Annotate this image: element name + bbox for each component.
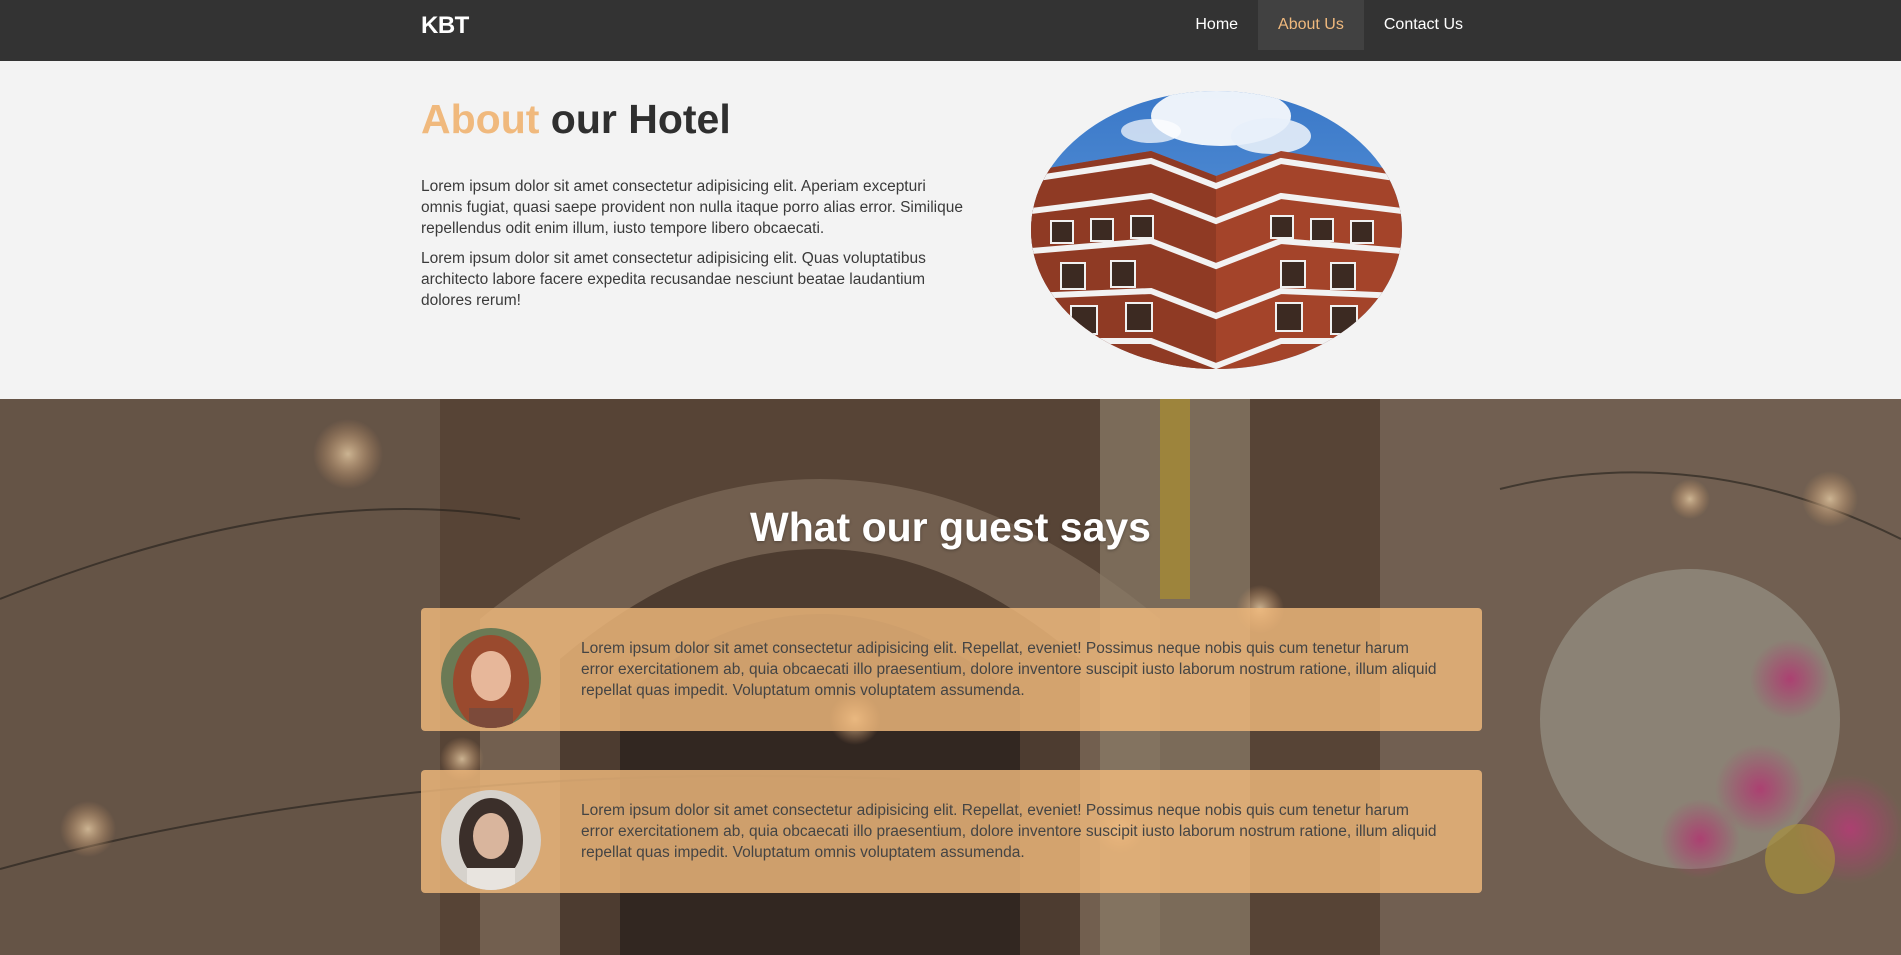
- about-section: About our Hotel Lorem ipsum dolor sit am…: [0, 61, 1901, 399]
- avatar-woman-red-hair-icon: [441, 628, 541, 728]
- about-title: About our Hotel: [421, 96, 731, 143]
- guest-avatar: [441, 628, 541, 728]
- nav-item-about-us[interactable]: About Us: [1258, 0, 1364, 50]
- testimonial-card: Lorem ipsum dolor sit amet consectetur a…: [421, 770, 1482, 893]
- testimonials-title: What our guest says: [750, 504, 1151, 550]
- about-paragraph-2: Lorem ipsum dolor sit amet consectetur a…: [421, 250, 926, 309]
- brand-logo[interactable]: KBT: [421, 12, 469, 40]
- testimonials-section: What our guest says Lorem ipsum dolor si…: [0, 399, 1901, 955]
- testimonial-text: Lorem ipsum dolor sit amet consectetur a…: [581, 640, 1437, 699]
- testimonial-text: Lorem ipsum dolor sit amet consectetur a…: [581, 802, 1437, 861]
- hotel-building-illustration: [1031, 91, 1402, 369]
- nav-item-contact-us[interactable]: Contact Us: [1364, 0, 1483, 50]
- guest-avatar: [441, 790, 541, 890]
- testimonial-card: Lorem ipsum dolor sit amet consectetur a…: [421, 608, 1482, 731]
- nav-item-home[interactable]: Home: [1175, 0, 1258, 50]
- about-paragraph-1: Lorem ipsum dolor sit amet consectetur a…: [421, 178, 963, 237]
- avatar-woman-dark-hair-icon: [441, 790, 541, 890]
- about-title-accent: About: [421, 96, 540, 142]
- about-title-rest: our Hotel: [539, 96, 731, 142]
- hotel-image: [1031, 91, 1402, 369]
- navbar: KBT Home About Us Contact Us: [0, 0, 1901, 61]
- nav-menu: Home About Us Contact Us: [1175, 0, 1483, 50]
